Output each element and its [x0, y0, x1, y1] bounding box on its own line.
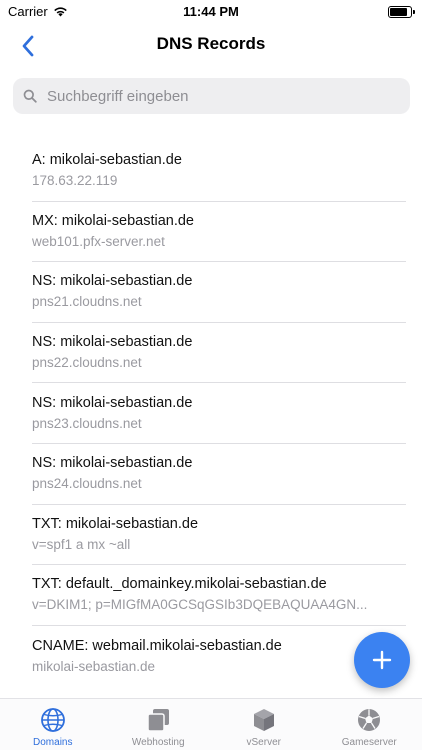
tab-gameserver[interactable]: Gameserver	[317, 699, 422, 750]
tab-domains[interactable]: Domains	[0, 699, 106, 750]
tab-webhosting[interactable]: Webhosting	[106, 699, 212, 750]
record-value: pns24.cloudns.net	[32, 476, 142, 492]
record-value: v=DKIM1; p=MIGfMA0GCSqGSIb3DQEBAQUAA4GN.…	[32, 597, 368, 613]
dns-record-row[interactable]: NS: mikolai-sebastian.de pns22.cloudns.n…	[32, 323, 406, 384]
search-bar[interactable]	[13, 78, 410, 114]
dns-record-row[interactable]: CNAME: webmail.mikolai-sebastian.de miko…	[32, 626, 406, 687]
page-title: DNS Records	[156, 34, 266, 53]
record-value: v=spf1 a mx ~all	[32, 536, 131, 552]
battery-level	[390, 8, 407, 16]
stack-icon	[145, 707, 171, 733]
tab-label: Domains	[33, 737, 73, 748]
tab-vserver[interactable]: vServer	[211, 699, 317, 750]
record-title: TXT: mikolai-sebastian.de	[32, 515, 199, 532]
record-value: pns23.cloudns.net	[32, 415, 142, 431]
record-title: A: mikolai-sebastian.de	[32, 152, 182, 169]
search-input[interactable]	[47, 81, 397, 111]
plus-icon	[372, 650, 392, 670]
globe-icon	[40, 707, 66, 733]
record-title: MX: mikolai-sebastian.de	[32, 212, 194, 229]
navigation-bar: DNS Records	[0, 24, 422, 68]
tab-label: vServer	[246, 737, 281, 748]
dns-record-row[interactable]: NS: mikolai-sebastian.de pns21.cloudns.n…	[32, 262, 406, 323]
record-title: NS: mikolai-sebastian.de	[32, 455, 193, 472]
record-title: TXT: default._domainkey.mikolai-sebastia…	[32, 576, 327, 593]
tab-bar: Domains Webhosting vServer Gameserver	[0, 698, 422, 750]
search-icon	[23, 88, 39, 104]
dns-records-list: A: mikolai-sebastian.de 178.63.22.119 MX…	[0, 141, 422, 686]
battery-icon	[388, 6, 415, 18]
dns-record-row[interactable]: TXT: mikolai-sebastian.de v=spf1 a mx ~a…	[32, 505, 406, 566]
record-value: web101.pfx-server.net	[32, 233, 165, 249]
record-title: NS: mikolai-sebastian.de	[32, 334, 193, 351]
status-time: 11:44 PM	[183, 4, 239, 19]
record-value: pns22.cloudns.net	[32, 355, 142, 371]
dns-record-row[interactable]: MX: mikolai-sebastian.de web101.pfx-serv…	[32, 202, 406, 263]
dns-record-row[interactable]: NS: mikolai-sebastian.de pns23.cloudns.n…	[32, 383, 406, 444]
tab-label: Gameserver	[341, 737, 397, 748]
record-value: 178.63.22.119	[32, 173, 118, 189]
dns-record-row[interactable]: TXT: default._domainkey.mikolai-sebastia…	[32, 565, 406, 626]
dns-record-row[interactable]: A: mikolai-sebastian.de 178.63.22.119	[32, 141, 406, 202]
status-bar: Carrier 11:44 PM	[0, 0, 422, 24]
dns-record-row[interactable]: NS: mikolai-sebastian.de pns24.cloudns.n…	[32, 444, 406, 505]
cube-icon	[251, 707, 277, 733]
record-title: NS: mikolai-sebastian.de	[32, 273, 193, 290]
tab-label: Webhosting	[131, 737, 185, 748]
record-title: NS: mikolai-sebastian.de	[32, 394, 193, 411]
record-title: CNAME: webmail.mikolai-sebastian.de	[32, 637, 282, 654]
soccer-ball-icon	[356, 707, 382, 733]
record-value: pns21.cloudns.net	[32, 294, 142, 310]
record-value: mikolai-sebastian.de	[32, 658, 156, 674]
add-record-button[interactable]	[354, 632, 410, 688]
